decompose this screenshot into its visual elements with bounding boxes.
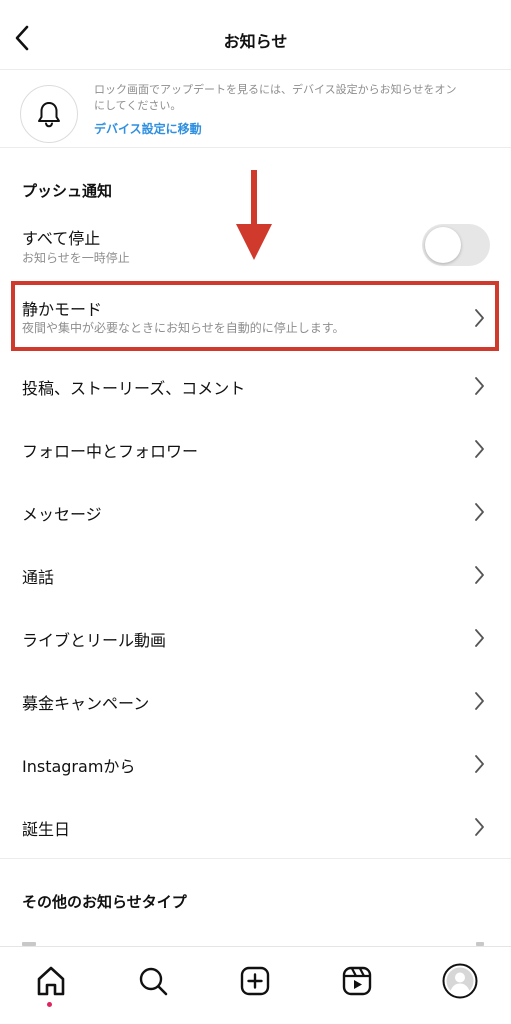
chevron-right-icon: [475, 818, 484, 836]
home-notification-dot: [47, 1002, 52, 1007]
banner-message: ロック画面でアップデートを見るには、デバイス設定からお知らせをオンにしてください…: [94, 83, 457, 112]
reels-icon: [342, 966, 372, 996]
create-icon: [240, 966, 270, 996]
tab-search[interactable]: [133, 961, 173, 1001]
chevron-right-icon: [475, 377, 484, 395]
chevron-right-icon: [475, 440, 484, 458]
chevron-right-icon: [475, 692, 484, 710]
list-item[interactable]: 募金キャンペーン: [0, 669, 511, 732]
chevron-right-icon: [475, 566, 484, 584]
list-item-label: Instagramから: [22, 757, 136, 776]
page-title: お知らせ: [223, 32, 288, 51]
profile-icon: [442, 963, 478, 999]
tab-profile[interactable]: [440, 961, 480, 1001]
list-item[interactable]: 通話: [0, 543, 511, 606]
pause-all-label: すべて停止: [22, 229, 101, 248]
other-notifications-heading: その他のお知らせタイプ: [22, 893, 187, 911]
chevron-right-icon: [475, 755, 484, 773]
toggle-knob: [425, 227, 461, 263]
list-item[interactable]: Instagramから: [0, 732, 511, 795]
list-item-label: メッセージ: [22, 505, 102, 524]
tab-create[interactable]: [235, 961, 275, 1001]
bottom-tab-bar: [0, 946, 511, 1024]
bell-icon-container: [20, 85, 78, 143]
home-icon: [37, 966, 65, 996]
annotation-arrow: [236, 170, 272, 260]
tab-home[interactable]: [31, 961, 71, 1001]
pause-all-toggle[interactable]: [422, 224, 490, 266]
pause-all-sublabel: お知らせを一時停止: [22, 251, 130, 265]
list-item[interactable]: メッセージ: [0, 480, 511, 543]
device-settings-link[interactable]: デバイス設定に移動: [94, 120, 202, 137]
list-item-label: 投稿、ストーリーズ、コメント: [22, 379, 246, 398]
quiet-mode-highlight: [11, 281, 499, 351]
header: お知らせ: [0, 0, 511, 70]
push-notifications-heading: プッシュ通知: [22, 182, 113, 200]
search-icon: [139, 967, 168, 996]
bell-icon: [38, 102, 60, 128]
list-item-label: 募金キャンペーン: [22, 694, 150, 713]
list-item[interactable]: ライブとリール動画: [0, 606, 511, 669]
list-item[interactable]: フォロー中とフォロワー: [0, 417, 511, 480]
chevron-right-icon: [475, 503, 484, 521]
list-item-label: 誕生日: [22, 820, 71, 839]
chevron-right-icon: [475, 629, 484, 647]
list-item-label: 通話: [22, 568, 55, 587]
section-divider: [0, 858, 511, 859]
list-item-label: フォロー中とフォロワー: [22, 442, 199, 461]
list-item[interactable]: 投稿、ストーリーズ、コメント: [0, 354, 511, 417]
tab-reels[interactable]: [337, 961, 377, 1001]
list-item-label: ライブとリール動画: [22, 631, 167, 650]
list-item[interactable]: 誕生日: [0, 795, 511, 858]
